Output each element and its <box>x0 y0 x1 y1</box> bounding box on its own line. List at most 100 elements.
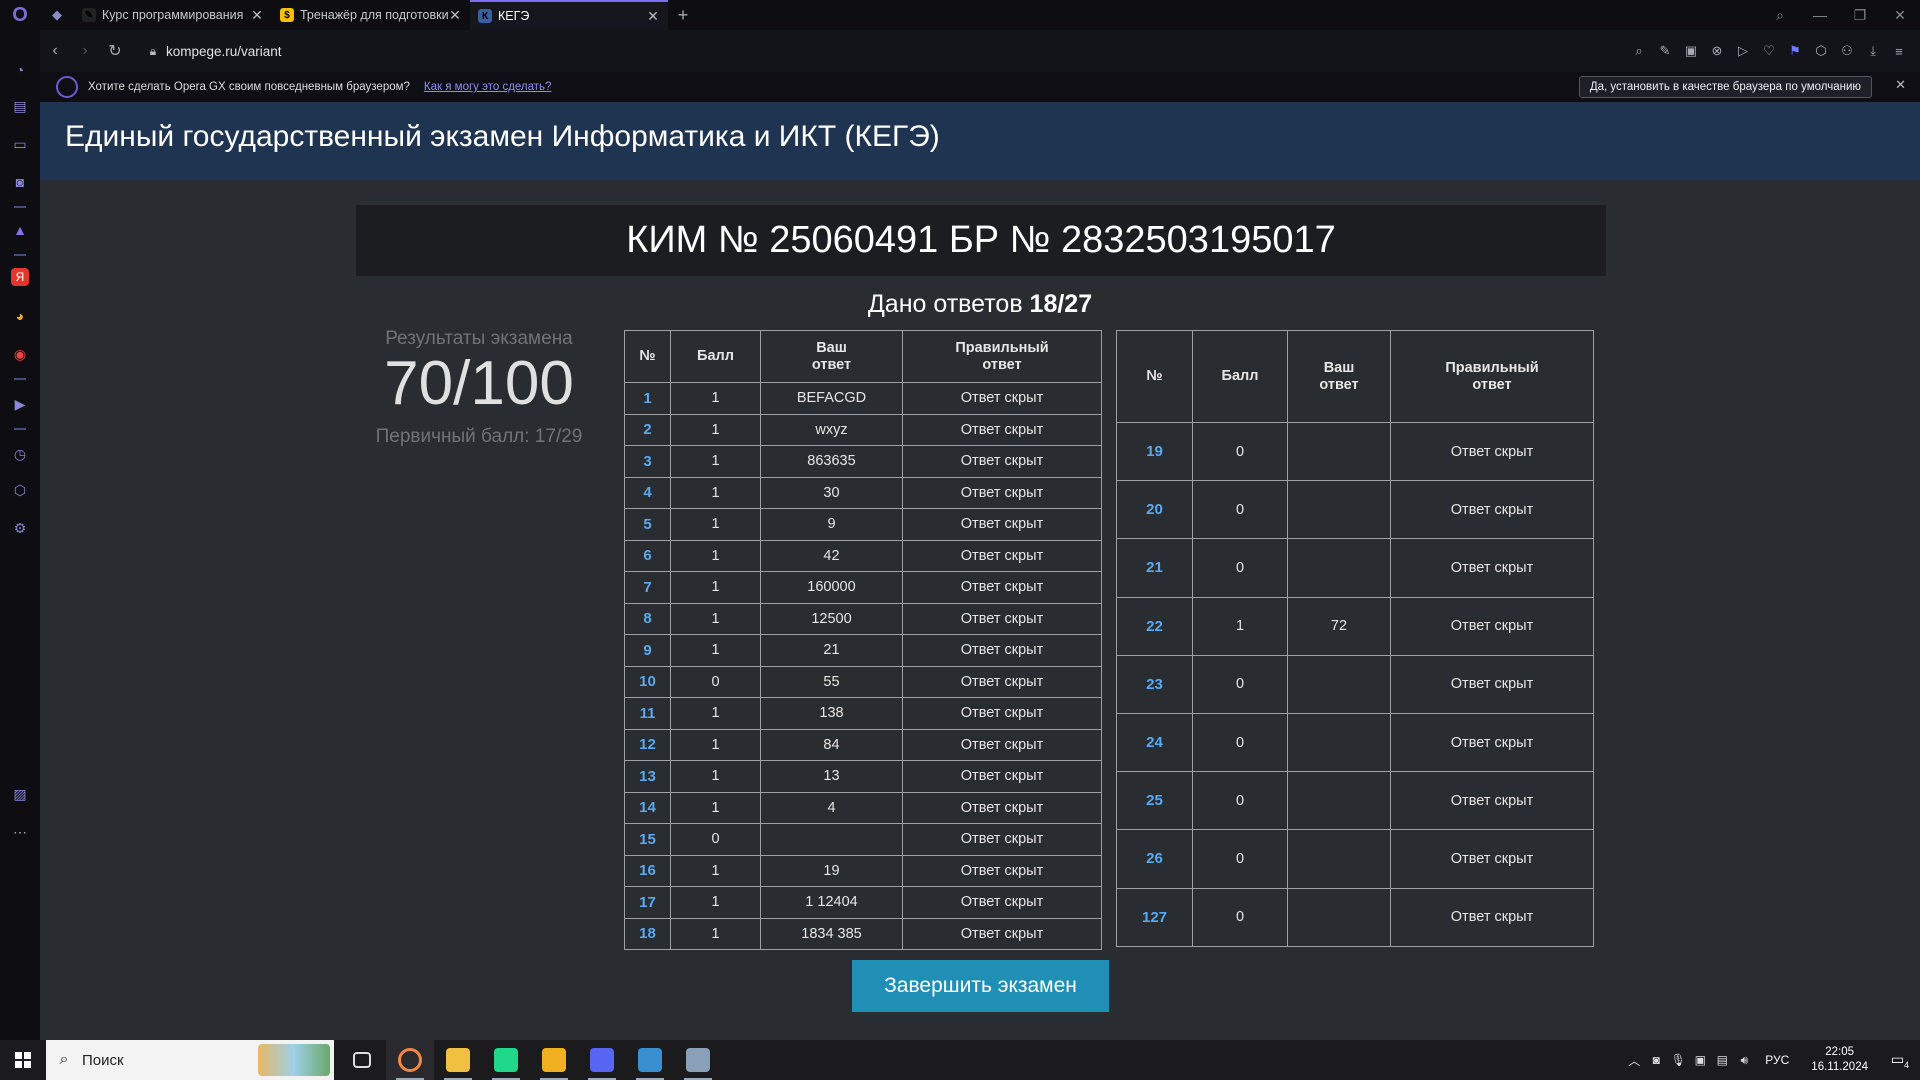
close-window-button[interactable]: ✕ <box>1880 0 1920 30</box>
settings-icon[interactable]: ⚙ <box>8 516 32 540</box>
task-number[interactable]: 13 <box>624 760 671 793</box>
minimize-button[interactable]: — <box>1800 0 1840 30</box>
flag-icon[interactable]: ⚑ <box>1782 43 1808 59</box>
taskbar-app-paint-app[interactable] <box>674 1040 722 1080</box>
close-tab-icon[interactable]: ✕ <box>250 7 264 24</box>
extensions-icon[interactable]: ⬡ <box>8 478 32 502</box>
browser-tab[interactable]: К КЕГЭ ✕ <box>470 0 668 30</box>
taskbar-app-pycharm[interactable] <box>482 1040 530 1080</box>
task-number[interactable]: 24 <box>1116 712 1193 773</box>
clock[interactable]: 22:05 16.11.2024 <box>1811 1045 1868 1075</box>
task-number[interactable]: 23 <box>1116 654 1193 714</box>
task-number[interactable]: 1 <box>624 382 671 415</box>
download-icon[interactable]: ⤓ <box>1860 43 1886 59</box>
task-number[interactable]: 7 <box>624 571 671 604</box>
browser-tab[interactable]: $ Тренажёр для подготовки ✕ <box>272 0 470 30</box>
taskbar-app-opera-gx[interactable] <box>386 1040 434 1080</box>
taskbar-app-discord[interactable] <box>578 1040 626 1080</box>
finish-exam-button[interactable]: Завершить экзамен <box>852 960 1109 1012</box>
task-number[interactable]: 26 <box>1116 829 1193 889</box>
col-your-answer: Ваш ответ <box>760 330 903 383</box>
opera-logo-icon[interactable]: O <box>0 0 40 30</box>
tray-overflow-icon[interactable]: ︿ <box>1623 1052 1645 1069</box>
notification-center-icon[interactable]: ▭4 <box>1880 1051 1920 1070</box>
taskbar-app-notes-app[interactable] <box>626 1040 674 1080</box>
task-number[interactable]: 22 <box>1116 596 1193 656</box>
back-button[interactable]: ‹ <box>40 42 70 60</box>
camera-icon[interactable]: ▣ <box>1678 43 1704 59</box>
task-number[interactable]: 9 <box>624 634 671 667</box>
search-tabs-icon[interactable]: ⌕ <box>1760 0 1800 30</box>
mail-icon[interactable]: ◕ <box>8 304 32 328</box>
mic-icon[interactable]: 🎙︎ <box>1667 1053 1689 1067</box>
close-tab-icon[interactable]: ✕ <box>448 7 462 24</box>
reload-button[interactable]: ↻ <box>100 41 130 61</box>
url-field[interactable]: kompege.ru/variant <box>166 44 282 59</box>
yandex-icon[interactable]: Я <box>11 268 29 286</box>
volume-icon[interactable]: 🔊︎ <box>1733 1053 1755 1068</box>
forward-button[interactable]: › <box>70 42 100 60</box>
task-number[interactable]: 12 <box>624 728 671 761</box>
cube-icon[interactable]: ⬡ <box>1808 43 1834 59</box>
start-button[interactable] <box>0 1040 46 1080</box>
task-number[interactable]: 19 <box>1116 421 1193 482</box>
task-number[interactable]: 5 <box>624 508 671 541</box>
lock-icon[interactable]: 🔒︎ <box>140 44 166 59</box>
taskbar-app-file-explorer[interactable] <box>434 1040 482 1080</box>
edit-icon[interactable]: ✎ <box>1652 43 1678 59</box>
close-tab-icon[interactable]: ✕ <box>646 8 660 25</box>
task-number[interactable]: 18 <box>624 917 671 950</box>
task-number[interactable]: 14 <box>624 791 671 824</box>
task-number[interactable]: 6 <box>624 539 671 572</box>
new-tab-button[interactable]: + <box>668 5 698 26</box>
speed-dial-icon[interactable]: ◔ <box>8 58 32 82</box>
task-correct-answer: Ответ скрыт <box>902 665 1102 698</box>
maximize-button[interactable]: ❐ <box>1840 0 1880 30</box>
instagram-icon[interactable]: ◙ <box>8 170 32 194</box>
menu-icon[interactable]: ≡ <box>1886 44 1912 59</box>
camera-tray-icon[interactable]: ◙ <box>1645 1053 1667 1067</box>
heart-icon[interactable]: ♡ <box>1756 43 1782 59</box>
zoom-icon[interactable]: ⌕ <box>1626 43 1652 59</box>
task-correct-answer: Ответ скрыт <box>1390 596 1594 656</box>
task-number[interactable]: 10 <box>624 665 671 698</box>
twitch-icon[interactable]: ▭ <box>8 132 32 156</box>
taskbar-search[interactable]: ⌕ Поиск <box>46 1040 334 1080</box>
task-your-answer <box>760 823 903 856</box>
taskbar-app-task-view[interactable] <box>338 1040 386 1080</box>
task-number[interactable]: 2 <box>624 413 671 446</box>
monitor-icon[interactable]: ▣ <box>1689 1053 1711 1067</box>
account-icon[interactable]: ⚇ <box>1834 43 1860 59</box>
aria-icon[interactable]: ▲ <box>8 218 32 242</box>
task-number[interactable]: 16 <box>624 854 671 887</box>
app-icon[interactable]: ◉ <box>8 342 32 366</box>
blocker-icon[interactable]: ⊗ <box>1704 43 1730 59</box>
table-row: 127 0 Ответ скрыт <box>1116 887 1594 947</box>
player-icon[interactable]: ▶ <box>8 392 32 416</box>
how-to-link[interactable]: Как я могу это сделать? <box>424 81 552 93</box>
gamepad-icon[interactable]: ◆ <box>40 0 74 30</box>
task-number[interactable]: 3 <box>624 445 671 478</box>
task-number[interactable]: 4 <box>624 476 671 509</box>
table-row: 9 1 21 Ответ скрыт <box>624 634 1102 667</box>
more-icon[interactable]: ⋯ <box>8 820 32 844</box>
task-number[interactable]: 11 <box>624 697 671 730</box>
task-number[interactable]: 25 <box>1116 771 1193 831</box>
taskbar-app-sun-app[interactable] <box>530 1040 578 1080</box>
total-score: 70/100 <box>384 349 574 418</box>
wallpaper-icon[interactable]: ▨ <box>8 782 32 806</box>
send-icon[interactable]: ▷ <box>1730 43 1756 59</box>
task-number[interactable]: 20 <box>1116 480 1193 540</box>
task-number[interactable]: 8 <box>624 602 671 635</box>
language-indicator[interactable]: РУС <box>1765 1053 1789 1067</box>
history-icon[interactable]: ◷ <box>8 442 32 466</box>
store-icon[interactable]: ▤ <box>8 94 32 118</box>
network-icon[interactable]: ▤ <box>1711 1053 1733 1067</box>
task-number[interactable]: 15 <box>624 823 671 856</box>
task-number[interactable]: 17 <box>624 886 671 919</box>
task-number[interactable]: 127 <box>1116 887 1193 947</box>
browser-tab[interactable]: ✎ Курс программирования ✕ <box>74 0 272 30</box>
task-number[interactable]: 21 <box>1116 538 1193 598</box>
close-notification-icon[interactable]: ✕ <box>1895 77 1906 93</box>
set-default-button[interactable]: Да, установить в качестве браузера по ум… <box>1578 76 1872 98</box>
